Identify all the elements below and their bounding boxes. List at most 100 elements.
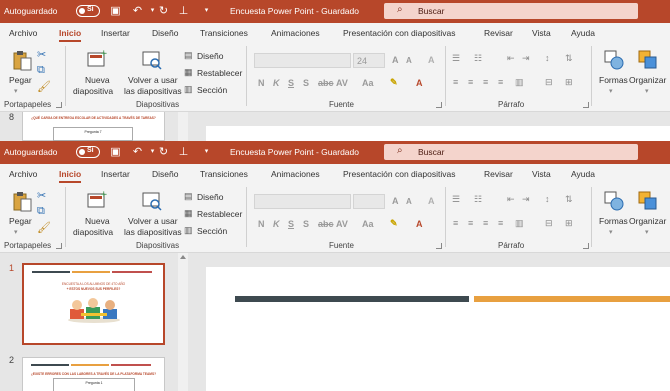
numbering-icon[interactable]: ☷ <box>474 53 482 64</box>
arrange-icon[interactable] <box>637 49 659 71</box>
highlight-icon[interactable]: ✎ <box>390 77 398 88</box>
tab-transiciones[interactable]: Transiciones <box>200 28 248 38</box>
redo-icon[interactable]: ↻ <box>156 4 171 18</box>
search-box[interactable]: ⌕ Buscar <box>384 3 638 19</box>
thumbnail-scrollbar[interactable] <box>178 253 188 391</box>
char-spacing-button[interactable]: AV <box>336 78 348 88</box>
change-case-button[interactable]: Aa <box>362 78 374 88</box>
new-slide-button-line2[interactable]: diapositiva <box>73 227 113 237</box>
tab-diseno[interactable]: Diseño <box>152 169 178 179</box>
italic-button[interactable]: K <box>273 219 280 229</box>
paste-dropdown-icon[interactable]: ▾ <box>14 228 18 236</box>
change-case-button[interactable]: Aa <box>362 219 374 229</box>
copy-icon[interactable]: ⧉ <box>37 205 45 218</box>
tab-animaciones[interactable]: Animaciones <box>271 169 320 179</box>
autosave-toggle[interactable]: Sí <box>76 5 100 17</box>
customize-qat-icon[interactable]: ▾ <box>199 145 214 159</box>
tab-ayuda[interactable]: Ayuda <box>571 28 595 38</box>
undo-icon[interactable]: ↶ <box>130 145 145 159</box>
arrange-dropdown-icon[interactable]: ▾ <box>645 228 649 236</box>
numbering-icon[interactable]: ☷ <box>474 194 482 205</box>
tab-inicio[interactable]: Inicio <box>59 169 82 183</box>
underline-button[interactable]: S <box>288 219 294 229</box>
tab-insertar[interactable]: Insertar <box>101 169 130 179</box>
shapes-dropdown-icon[interactable]: ▾ <box>609 228 613 236</box>
tab-inicio[interactable]: Inicio <box>59 28 82 42</box>
paste-icon[interactable] <box>11 49 33 71</box>
bold-button[interactable]: N <box>258 219 265 229</box>
shrink-font-icon[interactable]: A <box>406 56 412 65</box>
tab-archivo[interactable]: Archivo <box>9 28 37 38</box>
new-slide-button[interactable]: Nueva <box>85 75 110 85</box>
search-box[interactable]: ⌕ Buscar <box>384 144 638 160</box>
slide-canvas[interactable] <box>206 126 670 141</box>
columns-icon[interactable]: ▥ <box>515 218 524 229</box>
reuse-slides-icon[interactable] <box>141 49 163 71</box>
align-left-icon[interactable]: ≡ <box>453 77 458 87</box>
customize-qat-icon[interactable]: ▾ <box>199 4 214 18</box>
arrange-dropdown-icon[interactable]: ▾ <box>645 87 649 95</box>
paste-dropdown-icon[interactable]: ▾ <box>14 87 18 95</box>
underline-button[interactable]: S <box>288 78 294 88</box>
present-icon[interactable]: ⊥ <box>176 4 191 18</box>
new-slide-button-line2[interactable]: diapositiva <box>73 86 113 96</box>
new-slide-icon[interactable]: + <box>86 48 108 70</box>
clear-format-icon[interactable]: A <box>428 55 435 65</box>
new-slide-icon[interactable]: + <box>86 189 108 211</box>
paragraph-launcher-icon[interactable] <box>583 243 589 249</box>
align-text-icon[interactable]: ⊟ <box>545 218 553 229</box>
scroll-up-icon[interactable] <box>180 255 186 259</box>
clipboard-launcher-icon[interactable] <box>56 102 62 108</box>
font-size-dropdown[interactable] <box>353 194 385 209</box>
increase-indent-icon[interactable]: ⇥ <box>522 53 530 64</box>
reuse-slides-button-line2[interactable]: las diapositivas <box>124 86 182 96</box>
shapes-icon[interactable] <box>603 49 625 71</box>
align-right-icon[interactable]: ≡ <box>483 77 488 87</box>
arrange-icon[interactable] <box>637 190 659 212</box>
arrange-button[interactable]: Organizar <box>629 75 666 85</box>
shapes-icon[interactable] <box>603 190 625 212</box>
tab-revisar[interactable]: Revisar <box>484 169 513 179</box>
format-painter-icon[interactable]: 🖌 <box>37 221 51 234</box>
section-button[interactable]: Sección <box>197 85 227 95</box>
smartart-icon[interactable]: ⊞ <box>565 77 573 88</box>
save-icon[interactable]: ▣ <box>108 145 123 159</box>
tab-diseno[interactable]: Diseño <box>152 28 178 38</box>
reuse-slides-button-line2[interactable]: las diapositivas <box>124 227 182 237</box>
font-size-dropdown[interactable]: 24 <box>353 53 385 68</box>
italic-button[interactable]: K <box>273 78 280 88</box>
cut-icon[interactable]: ✂ <box>37 48 46 61</box>
undo-icon[interactable]: ↶ <box>130 4 145 18</box>
redo-icon[interactable]: ↻ <box>156 145 171 159</box>
reuse-slides-button[interactable]: Volver a usar <box>128 75 178 85</box>
justify-icon[interactable]: ≡ <box>498 218 503 228</box>
align-center-icon[interactable]: ≡ <box>468 77 473 87</box>
slide-thumbnail-8[interactable]: ¿QUÉ CARGA DE ENTREGA ESCOLAR DE ACTIVID… <box>22 112 165 141</box>
tab-presentacion[interactable]: Presentación con diapositivas <box>343 169 455 179</box>
clipboard-launcher-icon[interactable] <box>56 243 62 249</box>
strikethrough-button[interactable]: abc <box>318 78 334 88</box>
align-text-icon[interactable]: ⊟ <box>545 77 553 88</box>
shapes-button[interactable]: Formas <box>599 75 628 85</box>
format-painter-icon[interactable]: 🖌 <box>37 80 51 93</box>
tab-transiciones[interactable]: Transiciones <box>200 169 248 179</box>
slide-thumbnail-1[interactable]: ENCUESTA A LOS ALUMNOS DE 4TO AÑO + ESTO… <box>22 263 165 345</box>
align-center-icon[interactable]: ≡ <box>468 218 473 228</box>
clear-format-icon[interactable]: A <box>428 196 435 206</box>
strikethrough-button[interactable]: abc <box>318 219 334 229</box>
align-right-icon[interactable]: ≡ <box>483 218 488 228</box>
line-spacing-icon[interactable]: ↕ <box>545 53 550 63</box>
shapes-dropdown-icon[interactable]: ▾ <box>609 87 613 95</box>
bullets-icon[interactable]: ☰ <box>452 194 460 205</box>
paste-icon[interactable] <box>11 190 33 212</box>
shrink-font-icon[interactable]: A <box>406 197 412 206</box>
slide-canvas[interactable] <box>206 267 670 391</box>
highlight-icon[interactable]: ✎ <box>390 218 398 229</box>
font-launcher-icon[interactable] <box>436 243 442 249</box>
thumbnail-scrollbar[interactable] <box>178 112 188 141</box>
reset-button[interactable]: Restablecer <box>197 209 242 219</box>
grow-font-icon[interactable]: A <box>392 55 399 65</box>
align-left-icon[interactable]: ≡ <box>453 218 458 228</box>
columns-icon[interactable]: ▥ <box>515 77 524 88</box>
new-slide-button[interactable]: Nueva <box>85 216 110 226</box>
